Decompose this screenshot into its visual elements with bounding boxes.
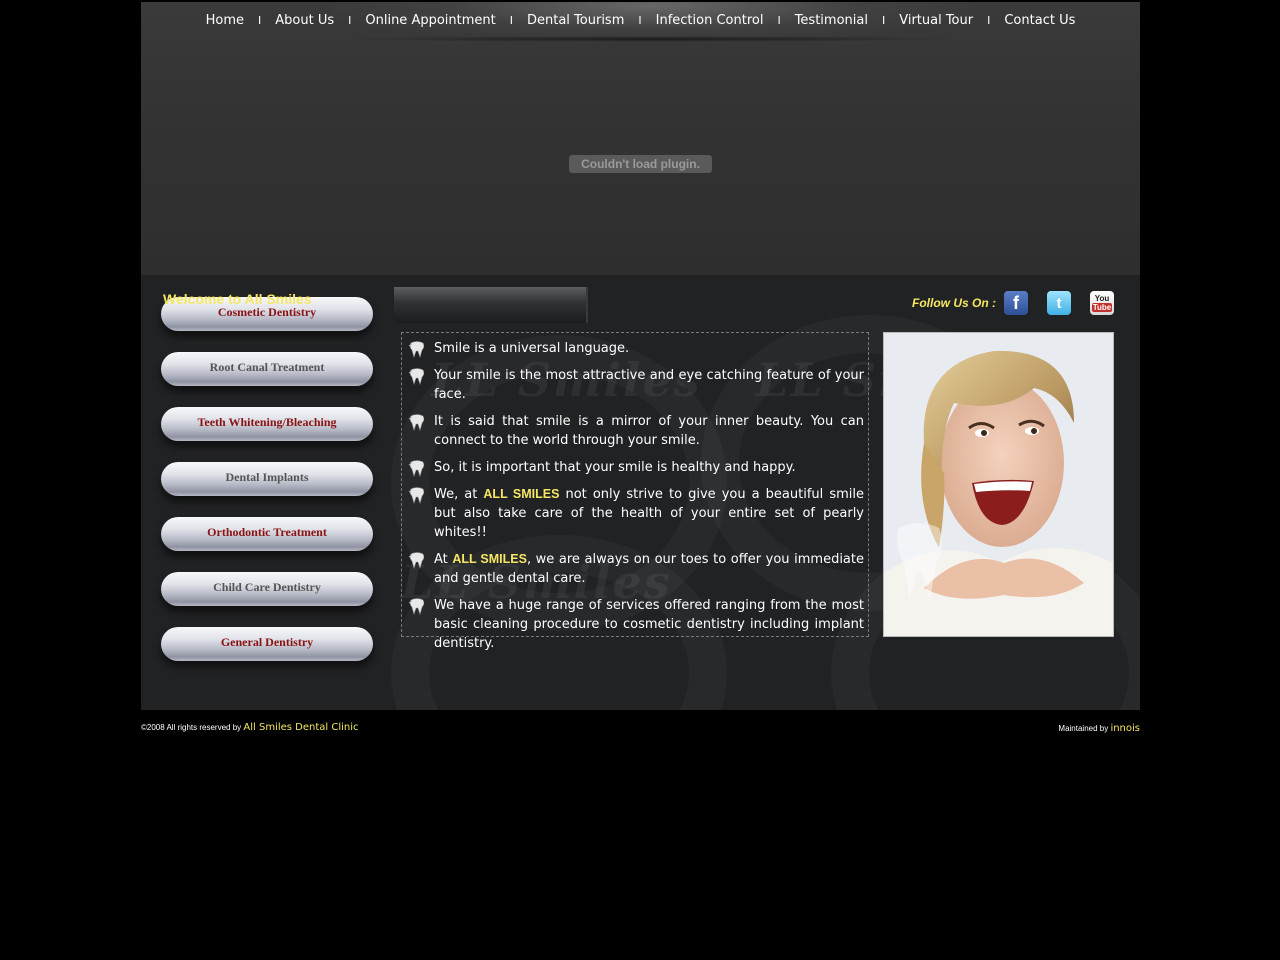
youtube-icon[interactable]: You Tube bbox=[1090, 291, 1114, 315]
welcome-content-box: Smile is a universal language. Your smil… bbox=[401, 332, 869, 651]
nav-dental-tourism[interactable]: Dental Tourism bbox=[527, 13, 624, 28]
photo-illustration bbox=[884, 333, 1113, 636]
nav-separator: I bbox=[638, 13, 642, 27]
brand-highlight: ALL SMILES bbox=[483, 487, 560, 501]
nav-about-us[interactable]: About Us bbox=[275, 13, 334, 28]
tooth-bullet-icon bbox=[408, 598, 425, 615]
tooth-bullet-icon bbox=[408, 341, 425, 358]
list-item: Smile is a universal language. bbox=[408, 339, 864, 358]
page-container: Home I About Us I Online Appointment I D… bbox=[141, 2, 1140, 710]
list-item: We, at ALL SMILES not only strive to giv… bbox=[408, 485, 864, 542]
maintainer-link[interactable]: innois bbox=[1110, 723, 1140, 734]
copyright-text: ©2008 All rights reserved by bbox=[141, 723, 244, 732]
tooth-bullet-icon bbox=[408, 460, 425, 477]
list-text: We have a huge range of services offered… bbox=[434, 598, 864, 651]
twitter-icon[interactable]: t bbox=[1047, 291, 1071, 315]
tooth-bullet-icon bbox=[408, 552, 425, 569]
footer-copyright: ©2008 All rights reserved by All Smiles … bbox=[141, 721, 359, 735]
tooth-bullet-icon bbox=[408, 368, 425, 385]
list-text: Smile is a universal language. bbox=[434, 341, 630, 356]
nav-testimonial[interactable]: Testimonial bbox=[795, 13, 868, 28]
list-text: So, it is important that your smile is h… bbox=[434, 460, 796, 475]
list-item: Your smile is the most attractive and ey… bbox=[408, 366, 864, 404]
sidebar-item-child-care-dentistry[interactable]: Child Care Dentistry bbox=[161, 572, 373, 606]
tooth-bullet-icon bbox=[408, 487, 425, 504]
nav-separator: I bbox=[881, 13, 886, 27]
sidebar-item-root-canal-treatment[interactable]: Root Canal Treatment bbox=[161, 352, 373, 386]
sidebar-item-orthodontic-treatment[interactable]: Orthodontic Treatment bbox=[161, 517, 373, 551]
nav-separator: I bbox=[777, 13, 781, 27]
tooth-bullet-icon bbox=[408, 414, 425, 431]
list-item: So, it is important that your smile is h… bbox=[408, 458, 864, 477]
list-item: At ALL SMILES, we are always on our toes… bbox=[408, 550, 864, 588]
list-text: We, at bbox=[434, 487, 484, 502]
list-item: We have a huge range of services offered… bbox=[408, 596, 864, 653]
nav-online-appointment[interactable]: Online Appointment bbox=[365, 13, 495, 28]
twitter-glyph: t bbox=[1056, 294, 1062, 312]
plugin-error-message[interactable]: Couldn't load plugin. bbox=[569, 155, 712, 173]
facebook-glyph: f bbox=[1013, 292, 1019, 313]
nav-infection-control[interactable]: Infection Control bbox=[656, 13, 764, 28]
follow-label: Follow Us On : bbox=[912, 296, 996, 310]
sidebar-item-general-dentistry[interactable]: General Dentistry bbox=[161, 627, 373, 661]
services-sidebar: Cosmetic Dentistry Root Canal Treatment … bbox=[161, 297, 373, 682]
list-item: It is said that smile is a mirror of you… bbox=[408, 412, 864, 450]
nav-separator: I bbox=[348, 13, 352, 27]
clinic-name-link[interactable]: All Smiles Dental Clinic bbox=[243, 722, 358, 733]
nav-separator: I bbox=[509, 13, 513, 27]
youtube-you: You bbox=[1094, 294, 1110, 303]
main-content-area: LL Smiles LL Smiles LL Smiles Cosmetic D… bbox=[141, 275, 1140, 710]
nav-separator: I bbox=[987, 13, 991, 27]
follow-us: Follow Us On : f t You Tube bbox=[912, 291, 1114, 315]
list-text: Your smile is the most attractive and ey… bbox=[434, 368, 864, 402]
list-text: At bbox=[434, 552, 453, 567]
welcome-title: Welcome to All Smiles bbox=[163, 291, 312, 307]
nav-virtual-tour[interactable]: Virtual Tour bbox=[899, 13, 973, 28]
brand-highlight: ALL SMILES bbox=[452, 552, 527, 566]
maintainer-text: Maintained by bbox=[1058, 724, 1111, 733]
footer-maintainer: Maintained by innois bbox=[1058, 722, 1140, 736]
nav-contact-us[interactable]: Contact Us bbox=[1004, 13, 1075, 28]
nav-separator: I bbox=[258, 13, 262, 27]
smiling-woman-photo bbox=[883, 332, 1114, 637]
welcome-list: Smile is a universal language. Your smil… bbox=[402, 333, 868, 653]
welcome-tab bbox=[394, 287, 588, 323]
sidebar-item-dental-implants[interactable]: Dental Implants bbox=[161, 462, 373, 496]
header-banner: Home I About Us I Online Appointment I D… bbox=[141, 2, 1140, 275]
nav-shadow bbox=[341, 36, 961, 42]
sidebar-item-teeth-whitening[interactable]: Teeth Whitening/Bleaching bbox=[161, 407, 373, 441]
list-text: It is said that smile is a mirror of you… bbox=[434, 414, 864, 448]
facebook-icon[interactable]: f bbox=[1004, 291, 1028, 315]
nav-home[interactable]: Home bbox=[206, 13, 244, 28]
youtube-tube: Tube bbox=[1091, 303, 1113, 312]
top-navigation: Home I About Us I Online Appointment I D… bbox=[141, 10, 1140, 30]
